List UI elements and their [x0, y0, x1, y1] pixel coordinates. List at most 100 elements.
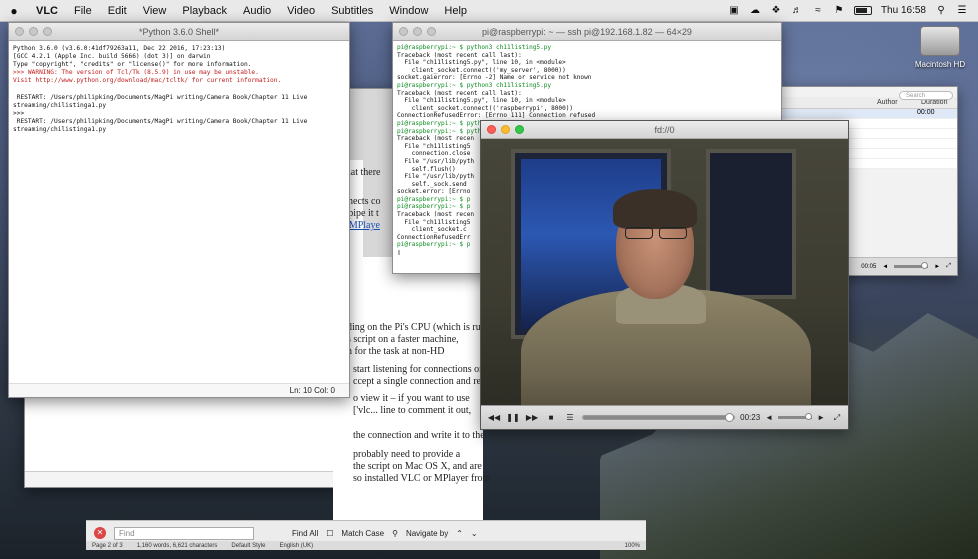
navigate-by-label: Navigate by [405, 528, 449, 538]
doc-fragment: so installed VLC or MPlayer from [353, 473, 491, 484]
doc-fragment: h for the task at non-HD [347, 346, 445, 357]
fast-forward-icon[interactable]: ▶▶ [525, 412, 539, 424]
terminal-line: File "ch11listing5.py", line 10, in <mod… [397, 97, 566, 105]
python-shell-window[interactable]: *Python 3.6.0 Shell* Python 3.6.0 (v3.6.… [8, 22, 350, 398]
window-controls [487, 125, 524, 134]
match-case-label: Match Case [341, 528, 385, 538]
terminal-line: Traceback (most recent call last): [397, 89, 522, 97]
video-window-right [706, 149, 796, 299]
desktop-disk[interactable]: Macintosh HD [912, 26, 968, 76]
close-icon[interactable] [15, 27, 24, 36]
battery-icon[interactable] [853, 6, 872, 15]
fullscreen-icon[interactable]: ⤢ [830, 412, 844, 424]
playlist-row[interactable]: 00:00 [781, 109, 957, 119]
clock[interactable]: Thu 16:58 [881, 5, 926, 16]
volume-low-icon[interactable]: ◄ [765, 413, 773, 422]
navigate-down-icon[interactable]: ⌄ [471, 529, 478, 538]
menu-video[interactable]: Video [279, 5, 323, 17]
navigate-up-icon[interactable]: ⌃ [456, 529, 463, 538]
volume-high-icon[interactable]: ► [817, 413, 825, 422]
minimize-icon[interactable] [29, 27, 38, 36]
menu-audio[interactable]: Audio [235, 5, 279, 17]
flag-icon[interactable]: ⚑ [833, 5, 845, 16]
doc-fragment: probably need to provide a [353, 449, 461, 460]
page-count: Page 2 of 3 [92, 542, 123, 549]
shell-line: streaming/chilistinga1.py [13, 125, 107, 133]
style-name: Default Style [231, 542, 266, 549]
minimize-icon[interactable] [413, 27, 422, 36]
doc-fragment: start listening for connections on [353, 364, 485, 375]
cloud-icon[interactable]: ☁ [749, 5, 761, 16]
menu-edit[interactable]: Edit [100, 5, 135, 17]
menu-help[interactable]: Help [436, 5, 475, 17]
seek-knob[interactable] [724, 413, 734, 422]
word-count: 1,160 words, 6,621 characters [136, 542, 218, 549]
volume-slider[interactable] [778, 413, 813, 420]
vlc-controls: ◀◀ ❚❚ ▶▶ ■ ☰ 00:23 ◄ ► ⤢ [481, 405, 848, 429]
volume-low-icon[interactable]: ◄ [882, 264, 888, 270]
notification-center-icon[interactable]: ☰ [956, 5, 968, 16]
terminal-titlebar[interactable]: pi@raspberrypi: ~ — ssh pi@192.168.1.82 … [393, 23, 781, 41]
volume-knob[interactable] [805, 413, 813, 420]
stop-icon[interactable]: ■ [544, 412, 558, 424]
hard-disk-icon [920, 26, 960, 56]
rewind-icon[interactable]: ◀◀ [487, 412, 501, 424]
menu-playback[interactable]: Playback [174, 5, 235, 17]
volume-knob[interactable] [921, 262, 929, 269]
volume-high-icon[interactable]: ► [934, 264, 940, 270]
find-input[interactable]: Find [114, 526, 254, 540]
zoom-level: 100% [624, 542, 640, 549]
glasses-lens-left [625, 227, 653, 239]
playlist-search-input[interactable]: Search [899, 91, 953, 100]
terminal-line: client_socket.connect(('my_server', 8000… [397, 66, 566, 74]
screen-icon[interactable]: ▣ [728, 5, 740, 16]
playlist-time: 00:05 [861, 263, 877, 270]
zoom-icon[interactable] [43, 27, 52, 36]
close-icon[interactable] [487, 125, 496, 134]
playlist-volume-slider[interactable] [894, 262, 929, 269]
terminal-line: pi@raspberrypi:~ $ python3 ch11listing5.… [397, 44, 552, 51]
shell-line: >>> [13, 109, 25, 117]
menu-window[interactable]: Window [381, 5, 436, 17]
fullscreen-icon[interactable]: ⤢ [946, 263, 951, 270]
minimize-icon[interactable] [501, 125, 510, 134]
playlist-icon[interactable]: ☰ [563, 412, 577, 424]
vlc-titlebar[interactable]: fd://0 [481, 121, 848, 139]
shell-line: Visit http://www.python.org/download/mac… [13, 77, 282, 85]
vlc-title: fd://0 [654, 124, 675, 135]
zoom-icon[interactable] [515, 125, 524, 134]
shell-line: RESTART: /Users/philipking/Documents/Mag… [13, 117, 308, 125]
doc-fragment: the script on Mac OS X, and are [353, 461, 482, 472]
row-spacer [781, 109, 917, 118]
zoom-icon[interactable] [427, 27, 436, 36]
vlc-video-window[interactable]: fd://0 ◀◀ ❚❚ ▶▶ ■ ☰ 00:23 ◄ ► ⤢ [480, 120, 849, 430]
wifi-icon[interactable]: ≈ [812, 5, 824, 16]
menu-view[interactable]: View [135, 5, 175, 17]
pause-icon[interactable]: ❚❚ [506, 412, 520, 424]
find-all-button[interactable]: Find All [292, 529, 318, 538]
spotlight-search-icon[interactable]: ⚲ [935, 5, 947, 16]
volume-icon[interactable]: ♬ [791, 5, 803, 16]
seek-bar[interactable] [582, 413, 736, 422]
shell-line: >>> WARNING: The version of Tcl/Tk (8.5.… [13, 69, 259, 77]
menu-vlc[interactable]: VLC [28, 5, 66, 17]
menu-subtitles[interactable]: Subtitles [323, 5, 381, 17]
match-case-checkbox[interactable]: ☐ [326, 529, 333, 538]
search-icon[interactable]: ⚲ [392, 529, 398, 538]
apple-menu-icon[interactable]: ● [0, 4, 28, 18]
video-frame[interactable] [481, 139, 848, 407]
menu-file[interactable]: File [66, 5, 100, 17]
video-person-hair [613, 189, 697, 229]
dropbox-icon[interactable]: ❖ [770, 5, 782, 16]
doc-fragment: s script on a faster machine, [347, 334, 459, 345]
close-icon[interactable]: ✕ [94, 527, 106, 539]
elapsed-time: 00:23 [740, 413, 761, 422]
find-toolbar: ✕ Find Find All ☐ Match Case ⚲ Navigate … [86, 520, 646, 550]
close-icon[interactable] [399, 27, 408, 36]
find-row: ✕ Find Find All ☐ Match Case ⚲ Navigate … [86, 525, 478, 541]
shell-titlebar[interactable]: *Python 3.6.0 Shell* [9, 23, 349, 41]
shell-line: streaming/chilistinga1.py [13, 101, 107, 109]
shell-output[interactable]: Python 3.6.0 (v3.6.0:41df79263a11, Dec 2… [9, 41, 349, 138]
shell-line: [GCC 4.2.1 (Apple Inc. build 5666) (dot … [13, 53, 211, 61]
